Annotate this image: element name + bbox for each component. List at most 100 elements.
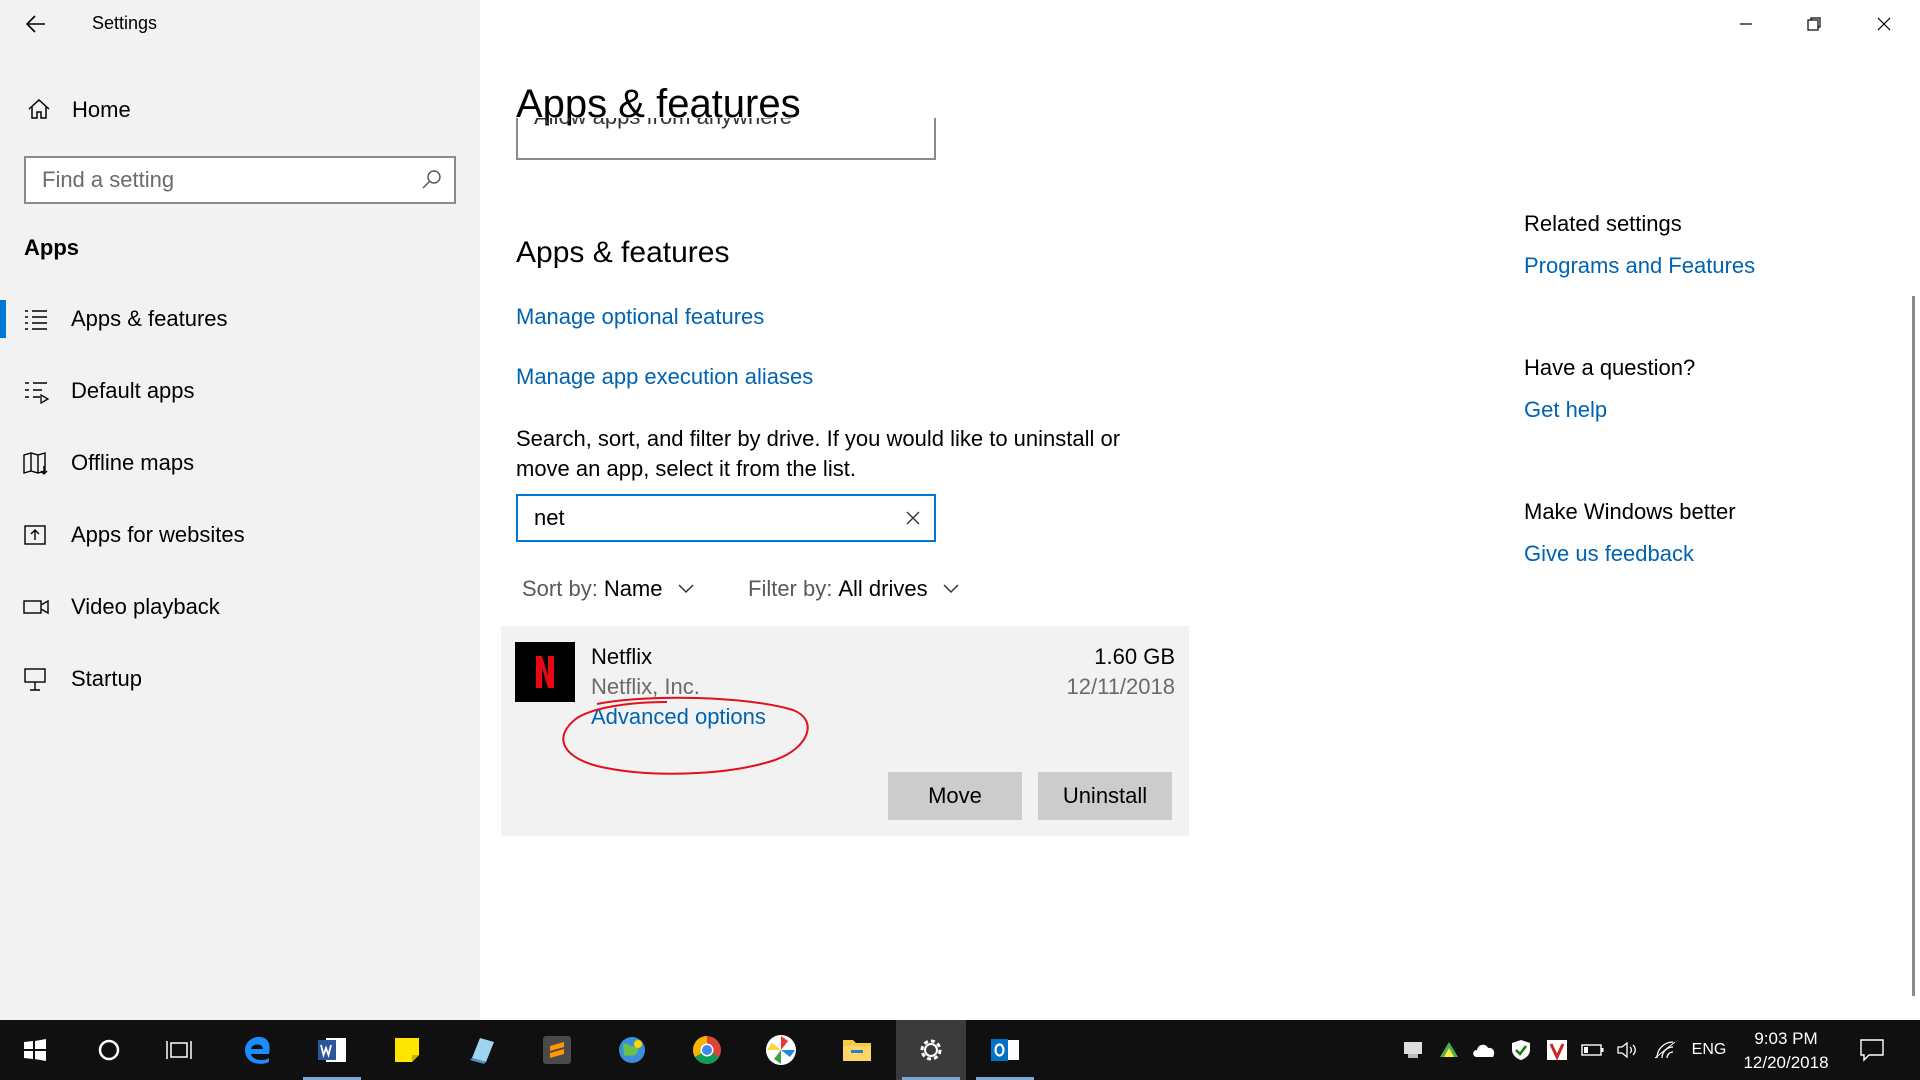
give-feedback-link[interactable]: Give us feedback: [1524, 541, 1694, 567]
sidebar-item-label: Apps for websites: [71, 522, 245, 547]
sort-value: Name: [603, 576, 663, 601]
minimize-button[interactable]: [1712, 0, 1780, 48]
onedrive-tray-button[interactable]: [1466, 1020, 1502, 1080]
app-list-item[interactable]: Netflix Netflix, Inc. 1.60 GB 12/11/2018…: [501, 626, 1189, 836]
battery-icon: [1581, 1044, 1604, 1056]
home-icon: [28, 98, 50, 119]
chrome-icon: [693, 1036, 721, 1064]
video-icon: [23, 599, 49, 615]
back-arrow-icon: [25, 15, 45, 33]
sidebar-item-home[interactable]: Home: [0, 88, 480, 130]
speaker-icon: [1617, 1041, 1636, 1059]
sidebar: Settings Home Apps Apps & features Defau…: [0, 0, 480, 1020]
filter-dropdown[interactable]: Filter by: All drives: [748, 576, 960, 602]
close-button[interactable]: [1850, 0, 1918, 48]
sidebar-item-apps-for-websites[interactable]: Apps for websites: [0, 506, 480, 564]
clock[interactable]: 9:03 PM 12/20/2018: [1730, 1027, 1842, 1075]
app-name: Netflix: [591, 644, 653, 669]
tray-device-icon: [1404, 1042, 1422, 1058]
list-icon: [25, 310, 47, 330]
chevron-down-icon: [943, 584, 959, 594]
tray-app-icon[interactable]: [1432, 1020, 1466, 1080]
wifi-tray-button[interactable]: [1648, 1020, 1682, 1080]
action-center-button[interactable]: [1850, 1020, 1894, 1080]
app-search-input[interactable]: [518, 496, 888, 540]
uninstall-button[interactable]: Uninstall: [1038, 772, 1172, 820]
folder-icon: [843, 1040, 871, 1061]
settings-taskbar-button[interactable]: [896, 1020, 966, 1080]
pinwheel-app-icon: [766, 1035, 796, 1065]
back-button[interactable]: [14, 6, 58, 42]
sidebar-item-startup[interactable]: Startup: [0, 650, 480, 708]
tray-app-icon[interactable]: [1396, 1020, 1430, 1080]
task-view-button[interactable]: [144, 1020, 214, 1080]
volume-tray-button[interactable]: [1610, 1020, 1644, 1080]
maps-app-taskbar-button[interactable]: [597, 1020, 667, 1080]
sticky-notes-icon: [395, 1038, 419, 1062]
search-icon[interactable]: [420, 168, 444, 192]
app-search-box: [516, 494, 936, 542]
cortana-button[interactable]: [74, 1020, 144, 1080]
map-icon: [23, 452, 48, 475]
restore-icon: [1807, 17, 1821, 31]
antivirus-tray-button[interactable]: [1540, 1020, 1574, 1080]
chrome-taskbar-button[interactable]: [672, 1020, 742, 1080]
app-install-date: 12/11/2018: [1066, 674, 1175, 699]
open-in-app-icon: [24, 525, 46, 545]
filter-value: All drives: [838, 576, 928, 601]
search-description: Search, sort, and filter by drive. If yo…: [516, 426, 1121, 481]
dropdown-value: Allow apps from anywhere: [534, 118, 792, 130]
make-windows-better-heading: Make Windows better: [1524, 499, 1736, 524]
outlook-taskbar-button[interactable]: [970, 1020, 1040, 1080]
start-button[interactable]: [0, 1020, 70, 1080]
have-a-question-heading: Have a question?: [1524, 355, 1696, 380]
notification-icon: [1860, 1039, 1884, 1062]
minimize-icon: [1740, 23, 1752, 25]
wifi-icon: [1654, 1041, 1676, 1059]
related-settings-heading: Related settings: [1524, 211, 1682, 236]
restore-button[interactable]: [1780, 0, 1848, 48]
close-icon: [1877, 17, 1891, 31]
get-help-link[interactable]: Get help: [1524, 397, 1607, 423]
sidebar-item-label: Default apps: [71, 378, 195, 403]
word-icon: [318, 1038, 346, 1062]
security-tray-button[interactable]: [1504, 1020, 1538, 1080]
sidebar-item-offline-maps[interactable]: Offline maps: [0, 434, 480, 492]
battery-tray-button[interactable]: [1576, 1020, 1610, 1080]
manage-optional-features-link[interactable]: Manage optional features: [516, 304, 764, 330]
paint3d-taskbar-button[interactable]: [447, 1020, 517, 1080]
active-indicator: [0, 300, 6, 338]
sidebar-item-label: Startup: [71, 666, 142, 691]
manage-app-execution-aliases-link[interactable]: Manage app execution aliases: [516, 364, 813, 390]
sublime-text-taskbar-button[interactable]: [522, 1020, 592, 1080]
taskbar: ENG 9:03 PM 12/20/2018: [0, 1020, 1920, 1080]
file-explorer-taskbar-button[interactable]: [822, 1020, 892, 1080]
language-indicator[interactable]: ENG: [1684, 1020, 1734, 1080]
gear-icon: [920, 1039, 942, 1061]
move-button[interactable]: Move: [888, 772, 1022, 820]
edge-browser-icon: [245, 1036, 270, 1064]
find-setting-search: [24, 156, 456, 204]
edge-taskbar-button[interactable]: [222, 1020, 292, 1080]
sidebar-item-video-playback[interactable]: Video playback: [0, 578, 480, 636]
clock-time: 9:03 PM: [1754, 1029, 1818, 1048]
install-source-dropdown[interactable]: Allow apps from anywhere: [516, 118, 936, 160]
sidebar-item-apps-features[interactable]: Apps & features: [0, 290, 480, 348]
default-apps-icon: [25, 382, 50, 404]
app-taskbar-button[interactable]: [746, 1020, 816, 1080]
sticky-notes-taskbar-button[interactable]: [372, 1020, 442, 1080]
find-setting-input[interactable]: [26, 158, 406, 202]
netflix-logo-icon: [515, 642, 575, 702]
sort-dropdown[interactable]: Sort by: Name: [522, 576, 695, 602]
word-taskbar-button[interactable]: [297, 1020, 367, 1080]
sidebar-item-default-apps[interactable]: Default apps: [0, 362, 480, 420]
section-title: Apps & features: [516, 236, 730, 269]
advanced-options-link[interactable]: Advanced options: [591, 704, 766, 730]
app-publisher: Netflix, Inc.: [591, 674, 700, 699]
sidebar-section-heading: Apps: [24, 235, 79, 260]
shield-icon: [1512, 1040, 1530, 1060]
scrollbar[interactable]: [1912, 296, 1915, 996]
clear-icon[interactable]: [902, 507, 924, 529]
cloud-icon: [1473, 1044, 1495, 1057]
programs-and-features-link[interactable]: Programs and Features: [1524, 253, 1755, 279]
